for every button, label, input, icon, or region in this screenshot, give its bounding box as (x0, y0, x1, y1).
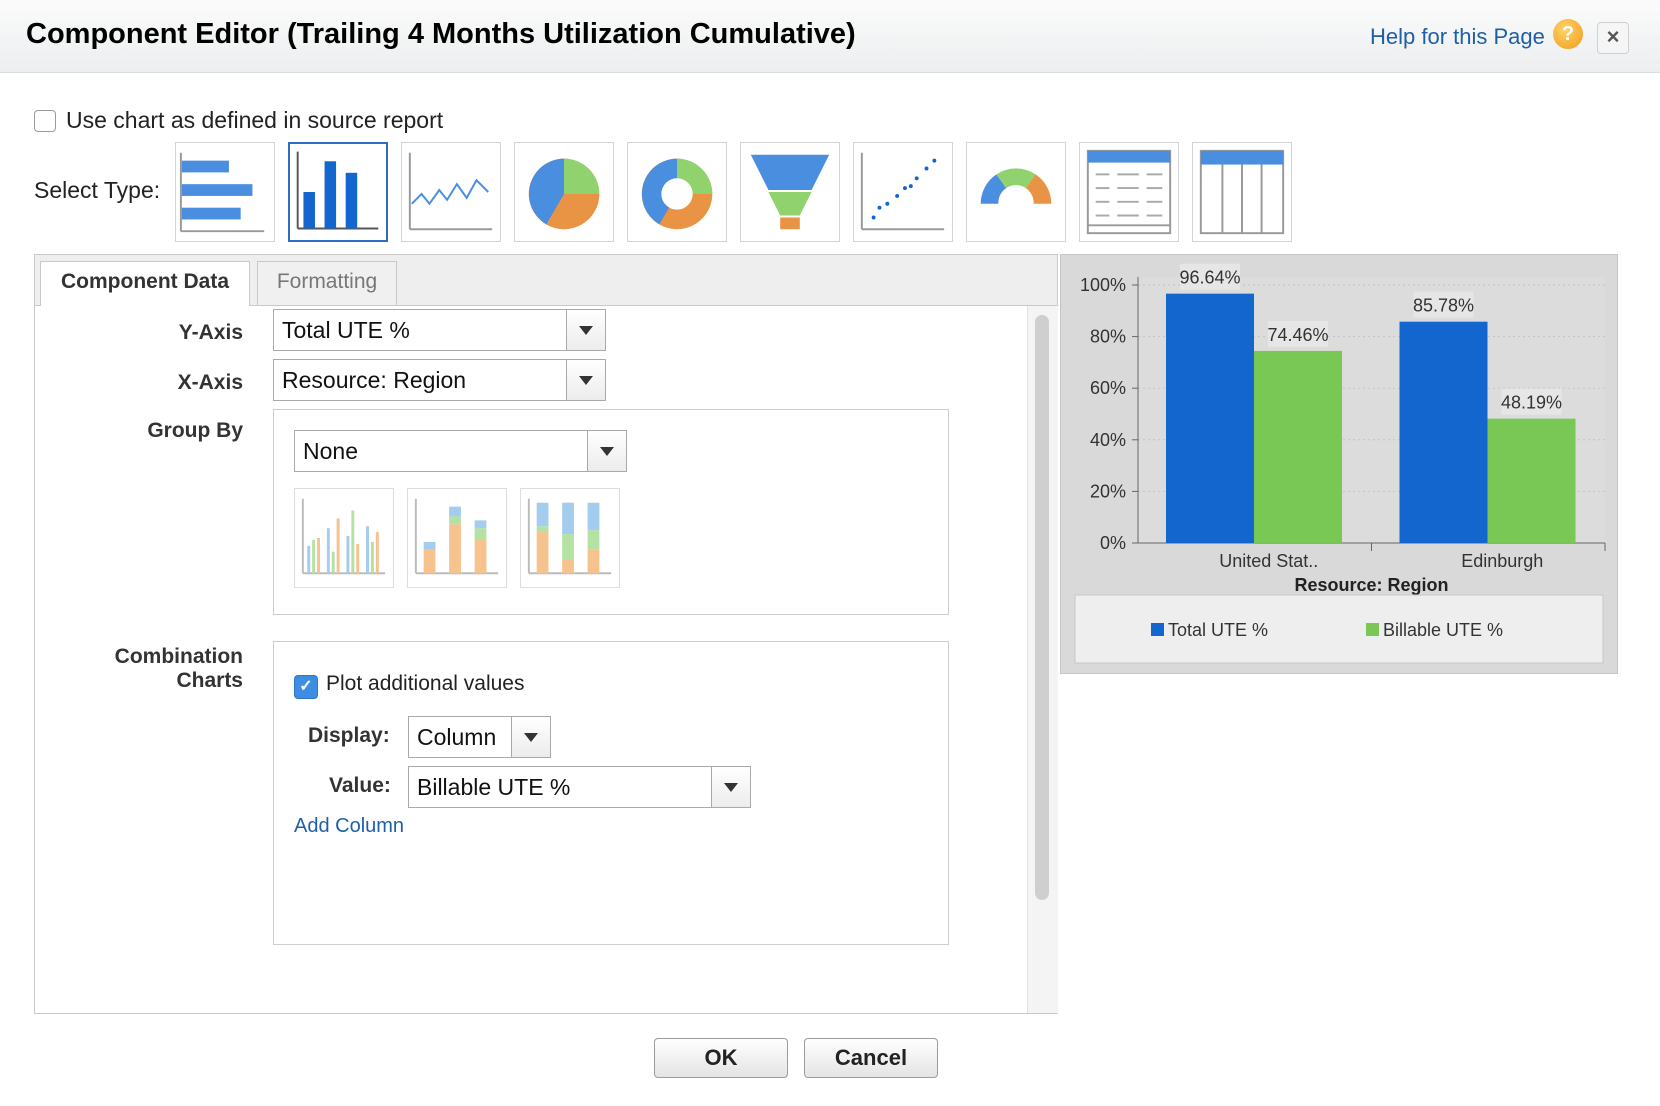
scrollbar-thumb[interactable] (1035, 315, 1049, 900)
side-by-side-icon[interactable] (294, 488, 394, 588)
group-by-box: None (273, 409, 949, 615)
chart-preview-svg: 0% 20% 40% 60% 80% 100% 96.64% 74.46% United Sta… (1061, 255, 1617, 673)
help-icon[interactable]: ? (1553, 19, 1583, 49)
chevron-down-icon[interactable] (511, 717, 550, 757)
plot-additional-checkbox[interactable]: ✓ (294, 675, 318, 699)
data-label: 74.46% (1267, 325, 1328, 345)
display-label: Display: (308, 724, 390, 747)
group-by-select[interactable]: None (294, 430, 627, 472)
tab-bar: Component Data Formatting (35, 255, 1057, 306)
y-axis-label: Y-Axis (178, 321, 243, 344)
group-by-value: None (303, 438, 358, 464)
bar-billable (1254, 350, 1342, 543)
legend-swatch (1366, 623, 1379, 636)
funnel-chart-icon[interactable] (740, 142, 840, 242)
dialog-title: Component Editor (Trailing 4 Months Util… (26, 18, 856, 50)
plot-additional-label: Plot additional values (326, 672, 525, 695)
y-axis-value: Total UTE % (282, 317, 410, 343)
value-select[interactable]: Billable UTE % (408, 766, 751, 808)
stacked-100-icon[interactable] (520, 488, 620, 588)
legend-label: Total UTE % (1168, 620, 1268, 640)
tab-component-data[interactable]: Component Data (40, 261, 250, 306)
ok-button[interactable]: OK (654, 1038, 788, 1078)
data-label: 96.64% (1179, 268, 1240, 288)
x-tick-label: Edinburgh (1461, 551, 1543, 571)
component-editor-dialog: Component Editor (Trailing 4 Months Util… (0, 0, 1660, 1106)
source-chart-checkbox[interactable] (34, 110, 56, 132)
x-axis-label: X-Axis (177, 371, 243, 394)
stacked-icon[interactable] (407, 488, 507, 588)
cancel-button[interactable]: Cancel (804, 1038, 938, 1078)
data-label: 48.19% (1501, 393, 1562, 413)
x-tick-label: United Stat.. (1219, 551, 1318, 571)
chevron-down-icon[interactable] (566, 310, 605, 350)
y-tick-label: 60% (1090, 378, 1126, 398)
display-value: Column (417, 724, 497, 750)
table-icon[interactable] (1079, 142, 1179, 242)
y-tick-label: 100% (1080, 275, 1126, 295)
y-axis-select[interactable]: Total UTE % (273, 309, 606, 351)
legend-swatch (1151, 623, 1164, 636)
x-axis-select[interactable]: Resource: Region (273, 359, 606, 401)
chevron-down-icon[interactable] (711, 767, 750, 807)
dialog-header: Component Editor (Trailing 4 Months Util… (0, 0, 1660, 73)
group-by-label: Group By (147, 419, 243, 442)
combination-box: ✓ Plot additional values Display: Column… (273, 641, 949, 945)
legend-label: Billable UTE % (1383, 620, 1503, 640)
combination-charts-label: Combination Charts (43, 645, 243, 693)
y-tick-label: 40% (1090, 430, 1126, 450)
y-tick-label: 80% (1090, 327, 1126, 347)
display-select[interactable]: Column (408, 716, 551, 758)
add-column-link[interactable]: Add Column (294, 815, 404, 838)
chevron-down-icon[interactable] (566, 360, 605, 400)
select-type-label: Select Type: (34, 177, 161, 203)
data-label: 85.78% (1413, 296, 1474, 316)
bar-billable (1487, 418, 1576, 543)
metric-grid-icon[interactable] (1192, 142, 1292, 242)
gauge-chart-icon[interactable] (966, 142, 1066, 242)
editor-panel: Component Data Formatting Y-Axis Total U… (34, 254, 1058, 1014)
donut-chart-icon[interactable] (627, 142, 727, 242)
chart-preview: 0% 20% 40% 60% 80% 100% 96.64% 74.46% United Sta… (1060, 254, 1618, 674)
x-axis-title: Resource: Region (1294, 575, 1448, 595)
combination-label-line2: Charts (176, 669, 243, 692)
value-label: Value: (329, 774, 391, 797)
combination-label-line1: Combination (114, 645, 243, 668)
horizontal-bar-chart-icon[interactable] (175, 142, 275, 242)
pie-chart-icon[interactable] (514, 142, 614, 242)
bar-total (1166, 293, 1254, 543)
y-tick-label: 20% (1090, 481, 1126, 501)
vertical-bar-chart-icon[interactable] (288, 142, 388, 242)
tab-formatting[interactable]: Formatting (257, 261, 397, 305)
x-axis-value: Resource: Region (282, 367, 467, 393)
bar-total (1399, 321, 1488, 543)
help-link[interactable]: Help for this Page (1370, 24, 1545, 50)
y-tick-label: 0% (1100, 533, 1126, 553)
line-chart-icon[interactable] (401, 142, 501, 242)
close-icon[interactable]: × (1597, 22, 1629, 54)
source-chart-label: Use chart as defined in source report (66, 107, 444, 133)
scatter-chart-icon[interactable] (853, 142, 953, 242)
chevron-down-icon[interactable] (587, 431, 626, 471)
value-value: Billable UTE % (417, 774, 571, 800)
